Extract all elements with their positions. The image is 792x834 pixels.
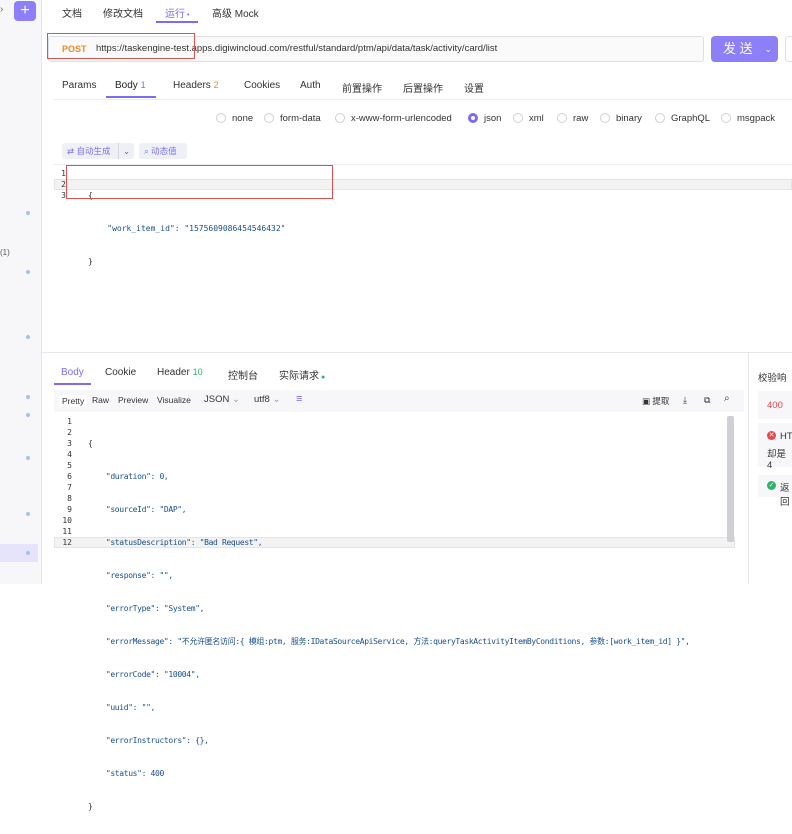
resp-tab-cookie[interactable]: Cookie [105, 367, 136, 378]
tree-dot [26, 512, 30, 516]
tree-dot [26, 211, 30, 215]
tab-run[interactable]: 运行 • [165, 5, 189, 20]
auto-generate-button[interactable]: ⇄ 自动生成 ⌄ [62, 143, 134, 159]
chevron-down-icon: ⌄ [764, 44, 772, 54]
tab-cookies[interactable]: Cookies [244, 80, 280, 91]
radio-msgpack[interactable]: msgpack [721, 113, 775, 124]
divider [42, 352, 792, 353]
radio-raw[interactable]: raw [557, 113, 588, 124]
radio-xml[interactable]: xml [513, 113, 544, 124]
success-text: 返回 [780, 483, 790, 508]
chevron-down-icon: ⌄ [118, 143, 130, 159]
sidebar-selected-item[interactable] [0, 544, 38, 562]
error-icon: ✕ [767, 431, 776, 440]
sidebar-edge-chevron-icon[interactable]: › [0, 4, 8, 20]
tab-edit-docs[interactable]: 修改文档 [103, 5, 143, 20]
tree-dot [26, 413, 30, 417]
success-icon: ✓ [767, 481, 776, 490]
resp-tab-body[interactable]: Body [61, 367, 84, 378]
copy-icon[interactable]: ⧉ [704, 395, 710, 406]
tree-dot [26, 270, 30, 274]
url-highlight-box [47, 33, 195, 59]
top-tab-bar: 文档 修改文档 运行 • 高级 Mock [42, 0, 792, 24]
tree-dot [26, 456, 30, 460]
divider [54, 99, 792, 100]
tab-advanced-mock[interactable]: 高级 Mock [212, 5, 259, 20]
error-text-2: 却是 4 [767, 449, 787, 471]
download-icon[interactable]: ⤓ [683, 395, 687, 406]
resp-tab-header[interactable]: Header 10 [157, 367, 203, 378]
radio-urlencoded[interactable]: x-www-form-urlencoded [335, 113, 452, 124]
tab-params[interactable]: Params [62, 80, 96, 91]
resp-tab-console[interactable]: 控制台 [228, 367, 258, 382]
tree-dot [26, 335, 30, 339]
view-visualize[interactable]: Visualize [157, 395, 191, 405]
view-preview[interactable]: Preview [118, 395, 148, 405]
extract-button[interactable]: ▣ 提取 [642, 395, 669, 407]
tab-settings[interactable]: 设置 [464, 80, 484, 95]
send-button[interactable]: 发 送 ⌄ [711, 36, 778, 62]
tree-dot [26, 395, 30, 399]
tab-body[interactable]: Body 1 [115, 80, 146, 91]
tab-run-underline [156, 21, 198, 23]
error-text: HT [780, 431, 792, 442]
radio-none[interactable]: none [216, 113, 253, 124]
left-sidebar: › + (1) [0, 0, 42, 584]
tab-auth[interactable]: Auth [300, 80, 321, 91]
plus-icon: + [20, 2, 30, 19]
search-icon[interactable]: ⌕ [724, 393, 730, 404]
encoding-select[interactable]: utf8 ⌄ [254, 394, 280, 405]
vertical-scrollbar[interactable] [727, 416, 734, 542]
resp-tab-actual-request[interactable]: 实际请求 ● [279, 367, 325, 382]
add-button[interactable]: + [14, 1, 36, 21]
save-button[interactable] [785, 36, 792, 62]
wrap-lines-icon[interactable]: ≡ [296, 393, 302, 405]
radio-json[interactable]: json [468, 113, 501, 124]
tab-headers[interactable]: Headers 2 [173, 80, 219, 91]
validation-panel: 校验响 400 ✕ HT 却是 4 ✓ 返回 [749, 353, 792, 584]
tab-docs[interactable]: 文档 [62, 5, 82, 20]
resp-tab-underline [54, 383, 91, 385]
tab-pre-request[interactable]: 前置操作 [342, 80, 382, 95]
response-body-viewer[interactable]: 1 2 3 4 5 6 7 8 9 10 11 12 { "duration":… [54, 412, 744, 811]
dynamic-value-button[interactable]: ⌕ 动态值 [139, 143, 187, 159]
request-bar: POST https://taskengine-test.apps.digiwi… [42, 30, 792, 68]
radio-form-data[interactable]: form-data [264, 113, 321, 124]
body-highlight-box [66, 165, 333, 199]
validation-title: 校验响 [758, 373, 787, 384]
request-body-editor[interactable]: 1 2 3 { "work_item_id": "157560908645454… [54, 164, 792, 350]
response-json: { "duration": 0, "sourceId": "DAP", "sta… [88, 439, 690, 811]
view-raw[interactable]: Raw [92, 395, 109, 405]
format-select[interactable]: JSON ⌄ [204, 394, 240, 405]
tab-body-underline [106, 96, 156, 98]
tab-post-request[interactable]: 后置操作 [403, 80, 443, 95]
view-pretty[interactable]: Pretty [59, 395, 88, 407]
status-code: 400 [767, 400, 783, 411]
radio-graphql[interactable]: GraphQL [655, 113, 710, 124]
radio-binary[interactable]: binary [600, 113, 642, 124]
line-numbers: 1 2 3 4 5 6 7 8 9 10 11 12 [62, 417, 72, 547]
sidebar-count-label: (1) [0, 248, 10, 257]
